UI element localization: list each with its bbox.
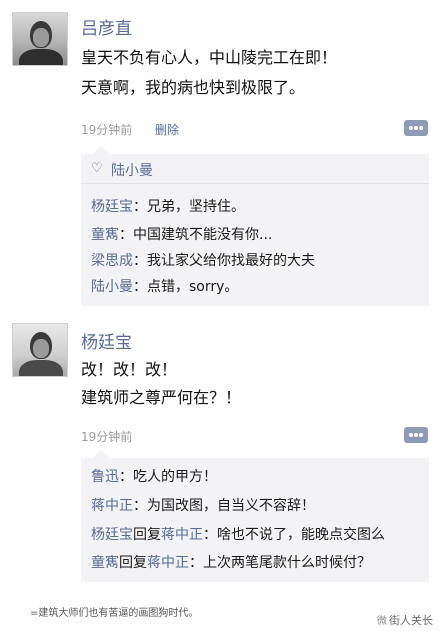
avatar-face — [33, 339, 49, 358]
liker-name[interactable]: 陆小曼 — [111, 160, 153, 180]
watermark: 微街人关长 — [377, 612, 433, 628]
comment-item[interactable]: 童寯：中国建筑不能没有你... — [91, 224, 272, 244]
comment-author[interactable]: 蒋中正 — [91, 498, 133, 514]
comment-author[interactable]: 陆小曼 — [91, 279, 133, 295]
post-text-line-1: 皇天不负有心人，中山陵完工在即！ — [81, 48, 338, 67]
avatar-face — [33, 28, 49, 47]
more-dot-icon — [419, 433, 423, 437]
comment-text: ：吃人的甲方！ — [119, 469, 217, 485]
more-dot-icon — [414, 433, 418, 437]
reply-word: 回复 — [133, 527, 161, 543]
comment-item[interactable]: 鲁迅：吃人的甲方！ — [91, 466, 217, 486]
delete-button[interactable]: 删除 — [155, 121, 179, 138]
post-text-line-2: 天意啊，我的病也快到极限了。 — [81, 78, 306, 97]
post-text-line-1: 改！改！改！ — [81, 360, 178, 379]
likes-row: ♡ 陆小曼 — [81, 154, 429, 184]
comment-text: ：点错，sorry。 — [133, 279, 239, 295]
comment-text: ：啥也不说了，能晚点交图么 — [203, 527, 385, 543]
watermark-text: 街人关长 — [389, 614, 433, 627]
avatar[interactable] — [12, 12, 68, 66]
comment-author[interactable]: 鲁迅 — [91, 469, 119, 485]
more-dot-icon — [414, 126, 418, 130]
comment-section: ♡ 陆小曼 杨廷宝：兄弟，坚持住。 童寯：中国建筑不能没有你... 梁思成：我让… — [81, 146, 429, 306]
avatar[interactable] — [12, 323, 68, 377]
reply-word: 回复 — [119, 555, 147, 571]
post-text-line-2: 建筑师之尊严何在？！ — [81, 388, 242, 407]
comment-text: ：为国改图，自当义不容辞！ — [133, 498, 315, 514]
comment-section: 鲁迅：吃人的甲方！ 蒋中正：为国改图，自当义不容辞！ 杨廷宝回复蒋中正：啥也不说… — [81, 450, 429, 582]
reply-target[interactable]: 蒋中正 — [161, 527, 203, 543]
comment-author[interactable]: 杨廷宝 — [91, 527, 133, 543]
comment-text: ：上次两笔尾款什么时候付？ — [189, 555, 371, 571]
comment-text: ：我让家父给你找最好的大夫 — [133, 253, 315, 269]
avatar-body — [19, 49, 63, 65]
comment-item[interactable]: 蒋中正：为国改图，自当义不容辞！ — [91, 495, 315, 515]
comment-author[interactable]: 梁思成 — [91, 253, 133, 269]
comment-item[interactable]: 陆小曼：点错，sorry。 — [91, 276, 238, 296]
image-caption: =建筑大师们也有苦逼的画图狗时代。 — [30, 608, 199, 619]
post-timestamp: 19分钟前 — [81, 430, 133, 444]
more-dot-icon — [409, 433, 413, 437]
more-actions-button[interactable] — [404, 120, 428, 136]
comment-author[interactable]: 童寯 — [91, 227, 119, 243]
comment-item[interactable]: 梁思成：我让家父给你找最好的大夫 — [91, 250, 315, 270]
author-name[interactable]: 吕彦直 — [81, 14, 132, 39]
weibo-logo-icon: 微 — [377, 616, 387, 627]
comment-item[interactable]: 杨廷宝回复蒋中正：啥也不说了，能晚点交图么 — [91, 524, 385, 544]
comment-author[interactable]: 杨廷宝 — [91, 199, 133, 215]
heart-icon: ♡ — [91, 161, 103, 176]
comment-item[interactable]: 杨廷宝：兄弟，坚持住。 — [91, 196, 245, 216]
more-dot-icon — [409, 126, 413, 130]
more-dot-icon — [419, 126, 423, 130]
post-timestamp: 19分钟前 — [81, 123, 133, 137]
comment-text: ：中国建筑不能没有你... — [119, 227, 273, 243]
reply-target[interactable]: 蒋中正 — [147, 555, 189, 571]
author-name[interactable]: 杨廷宝 — [81, 328, 132, 353]
more-actions-button[interactable] — [404, 427, 428, 443]
comment-text: ：兄弟，坚持住。 — [133, 199, 245, 215]
avatar-body — [19, 360, 63, 376]
comment-item[interactable]: 童寯回复蒋中正：上次两笔尾款什么时候付？ — [91, 552, 371, 572]
comment-author[interactable]: 童寯 — [91, 555, 119, 571]
